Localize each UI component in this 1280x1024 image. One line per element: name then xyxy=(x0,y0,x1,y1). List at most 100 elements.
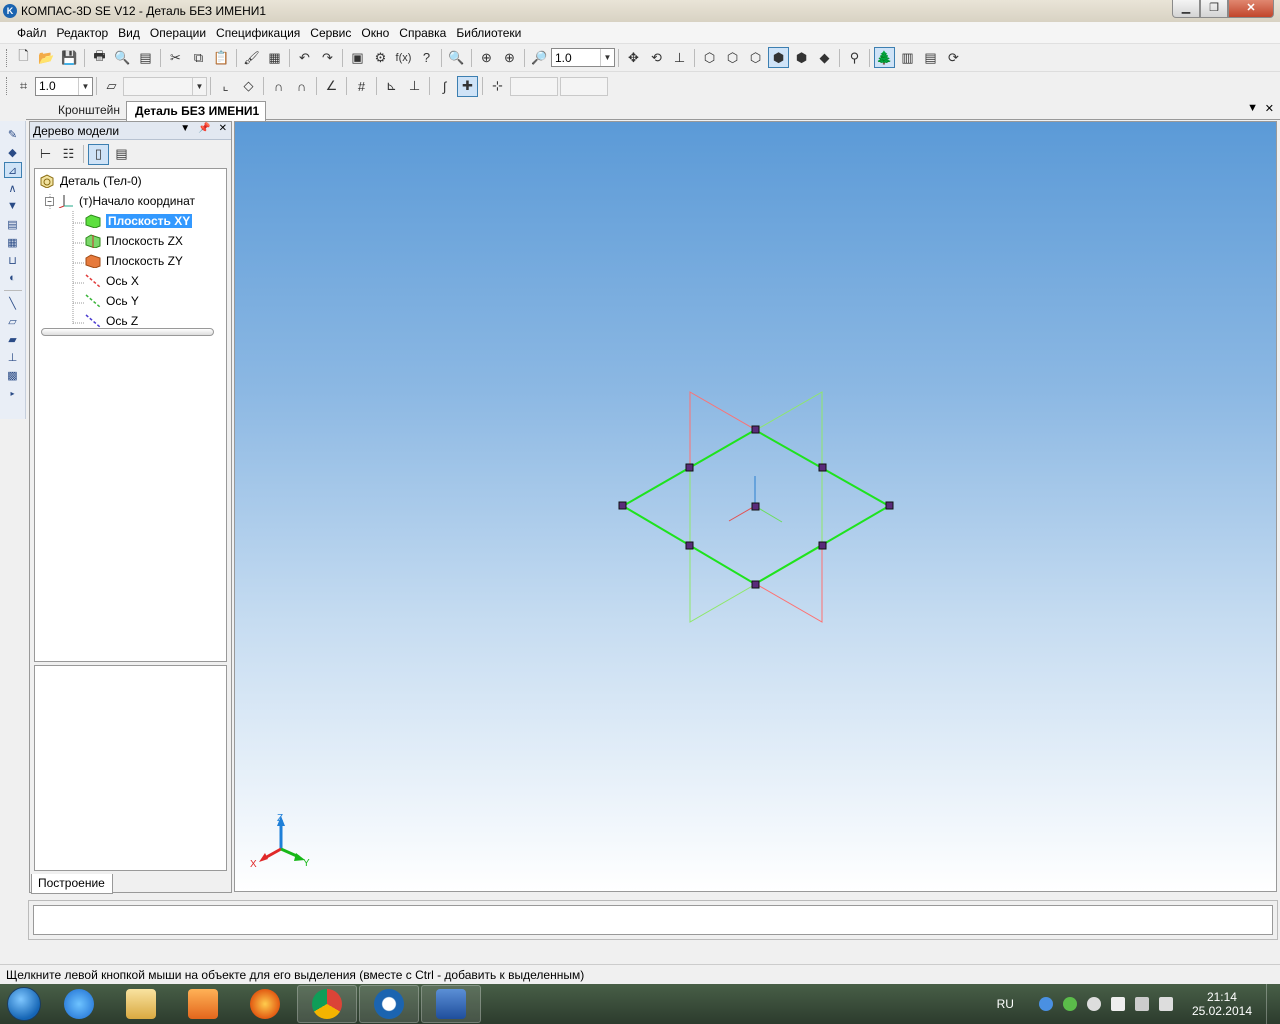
menu-window[interactable]: Окно xyxy=(358,26,396,40)
rebuild-icon[interactable]: ⟳ xyxy=(943,47,964,68)
handle[interactable] xyxy=(818,541,827,550)
taskbar-explorer[interactable] xyxy=(111,985,171,1023)
zoom-all-icon[interactable]: 🔍 xyxy=(446,47,467,68)
model-tree-toggle-icon[interactable]: 🌲 xyxy=(874,47,895,68)
tray-sync-icon[interactable] xyxy=(1086,997,1101,1011)
redo-icon[interactable]: ↷ xyxy=(317,47,338,68)
print-preview-icon[interactable]: 🔍 xyxy=(112,47,133,68)
taskbar-ie[interactable] xyxy=(49,985,109,1023)
tree-node-axis-z[interactable]: Ось Z xyxy=(85,314,138,328)
network-icon[interactable] xyxy=(1134,997,1149,1011)
clock[interactable]: 21:14 25.02.2014 xyxy=(1192,990,1252,1018)
menu-specification[interactable]: Спецификация xyxy=(213,26,307,40)
toolbar-grip[interactable] xyxy=(6,77,9,95)
tab-list-icon[interactable]: ▼ xyxy=(1247,102,1258,114)
hidden-lines-icon[interactable]: ⬡ xyxy=(722,47,743,68)
tab-detal-bez-imeni[interactable]: Деталь БЕЗ ИМЕНИ1 xyxy=(126,101,267,121)
close-tab-icon[interactable]: ✕ xyxy=(1265,102,1274,115)
shaded-icon[interactable]: ⬢ xyxy=(768,47,789,68)
more-icon[interactable]: ▸ xyxy=(4,385,22,401)
copy-icon[interactable]: ⧉ xyxy=(188,47,209,68)
variables-icon[interactable]: ⚙ xyxy=(370,47,391,68)
menu-operations[interactable]: Операции xyxy=(147,26,213,40)
orient-plane-icon[interactable]: ◇ xyxy=(238,76,259,97)
handle[interactable] xyxy=(751,425,760,434)
tree-structure-icon[interactable]: ⊢ xyxy=(35,144,56,165)
menu-service[interactable]: Сервис xyxy=(307,26,358,40)
zoom-window-icon[interactable]: ⊕ xyxy=(476,47,497,68)
menu-libraries[interactable]: Библиотеки xyxy=(453,26,528,40)
menu-help[interactable]: Справка xyxy=(396,26,453,40)
thin-hidden-icon[interactable]: ⬡ xyxy=(745,47,766,68)
open-folder-icon[interactable]: 📂 xyxy=(36,47,57,68)
taskbar-chrome[interactable] xyxy=(297,985,357,1023)
tree-node-plane-zy[interactable]: Плоскость ZY xyxy=(85,254,183,269)
handle[interactable] xyxy=(685,463,694,472)
handle[interactable] xyxy=(618,501,627,510)
kompas-app-icon[interactable]: K xyxy=(3,4,17,18)
tree-filter-icon[interactable]: ☷ xyxy=(58,144,79,165)
snap-icon[interactable]: ∩ xyxy=(291,76,312,97)
toolbar-grip[interactable] xyxy=(6,48,9,67)
tree-list-icon[interactable]: ▤ xyxy=(111,144,132,165)
tree-view-icon[interactable]: ▯ xyxy=(88,143,109,165)
language-indicator[interactable]: RU xyxy=(997,997,1014,1011)
chevron-down-icon[interactable]: ▼ xyxy=(78,77,92,95)
paste-icon[interactable]: 📋 xyxy=(211,47,232,68)
line-icon[interactable]: ╲ xyxy=(4,295,22,311)
properties-panel-icon[interactable]: ▤ xyxy=(920,47,941,68)
close-icon[interactable]: ✕ xyxy=(219,123,227,134)
library-icon[interactable]: ▥ xyxy=(897,47,918,68)
tree-node-plane-xy[interactable]: Плоскость XY xyxy=(85,214,193,229)
tree-node-axis-x[interactable]: Ось X xyxy=(85,274,139,288)
cut-icon[interactable]: ✂ xyxy=(165,47,186,68)
panel-menu-icon[interactable]: ▼ xyxy=(180,123,190,134)
maximize-button[interactable]: ❐ xyxy=(1200,0,1228,18)
round-coords-icon[interactable]: ∫ xyxy=(434,76,455,97)
tree-node-part[interactable]: Деталь (Тел-0) xyxy=(39,174,142,189)
shaded-edges-icon[interactable]: ⬢ xyxy=(791,47,812,68)
snap-points-icon[interactable]: ✚ xyxy=(457,75,478,97)
print-setup-icon[interactable]: ▤ xyxy=(135,47,156,68)
tray-app-icon[interactable] xyxy=(1062,997,1077,1011)
handle[interactable] xyxy=(818,463,827,472)
ortho-mode-icon[interactable]: ⊾ xyxy=(381,76,402,97)
zoom-combo[interactable]: 1.0 ▼ xyxy=(551,48,615,67)
function-icon[interactable]: f(x) xyxy=(393,47,414,68)
reports-icon[interactable]: ▦ xyxy=(4,234,22,250)
tab-kronshtein[interactable]: Кронштейн xyxy=(34,101,126,120)
undo-icon[interactable]: ↶ xyxy=(294,47,315,68)
minimize-button[interactable]: ▁ xyxy=(1172,0,1200,18)
pin-icon[interactable]: 📌 xyxy=(198,123,210,134)
wireframe-icon[interactable]: ⬡ xyxy=(699,47,720,68)
taskbar-firefox[interactable] xyxy=(235,985,295,1023)
help-pointer-icon[interactable]: ? xyxy=(416,47,437,68)
chevron-down-icon[interactable]: ▼ xyxy=(192,77,206,95)
layer-combo[interactable]: ▼ xyxy=(123,76,207,96)
filter-icon[interactable]: ⚲ xyxy=(844,47,865,68)
show-desktop-button[interactable] xyxy=(1266,984,1280,1024)
chevron-down-icon[interactable]: ▼ xyxy=(600,49,614,66)
zoom-in-icon[interactable]: ⊕ xyxy=(499,47,520,68)
specification-icon[interactable]: ▤ xyxy=(4,216,22,232)
surface-icon[interactable]: ▱ xyxy=(4,313,22,329)
edit-part-icon[interactable]: ◆ xyxy=(4,144,22,160)
auxiliary-geometry-icon[interactable]: ⊿ xyxy=(3,162,22,178)
coordinates-icon[interactable]: ⊹ xyxy=(487,76,508,97)
rotate-icon[interactable]: ⟲ xyxy=(646,47,667,68)
menu-view[interactable]: Вид xyxy=(115,26,147,40)
properties-icon[interactable]: ▦ xyxy=(264,47,285,68)
volume-icon[interactable] xyxy=(1158,997,1173,1011)
measure-icon[interactable]: ∧ xyxy=(4,180,22,196)
handle[interactable] xyxy=(885,501,894,510)
coord-x-field[interactable] xyxy=(510,76,558,96)
elements-design-icon[interactable]: ⊔ xyxy=(4,252,22,268)
taskbar-media-player[interactable] xyxy=(173,985,233,1023)
model-viewport[interactable]: Z X Y xyxy=(234,121,1277,892)
action-center-flag-icon[interactable] xyxy=(1110,997,1125,1011)
plane-icon[interactable]: ▰ xyxy=(4,331,22,347)
start-button[interactable] xyxy=(0,984,48,1024)
pan-icon[interactable]: ✥ xyxy=(623,47,644,68)
close-button[interactable]: ✕ xyxy=(1228,0,1274,18)
perspective-icon[interactable]: ◆ xyxy=(814,47,835,68)
